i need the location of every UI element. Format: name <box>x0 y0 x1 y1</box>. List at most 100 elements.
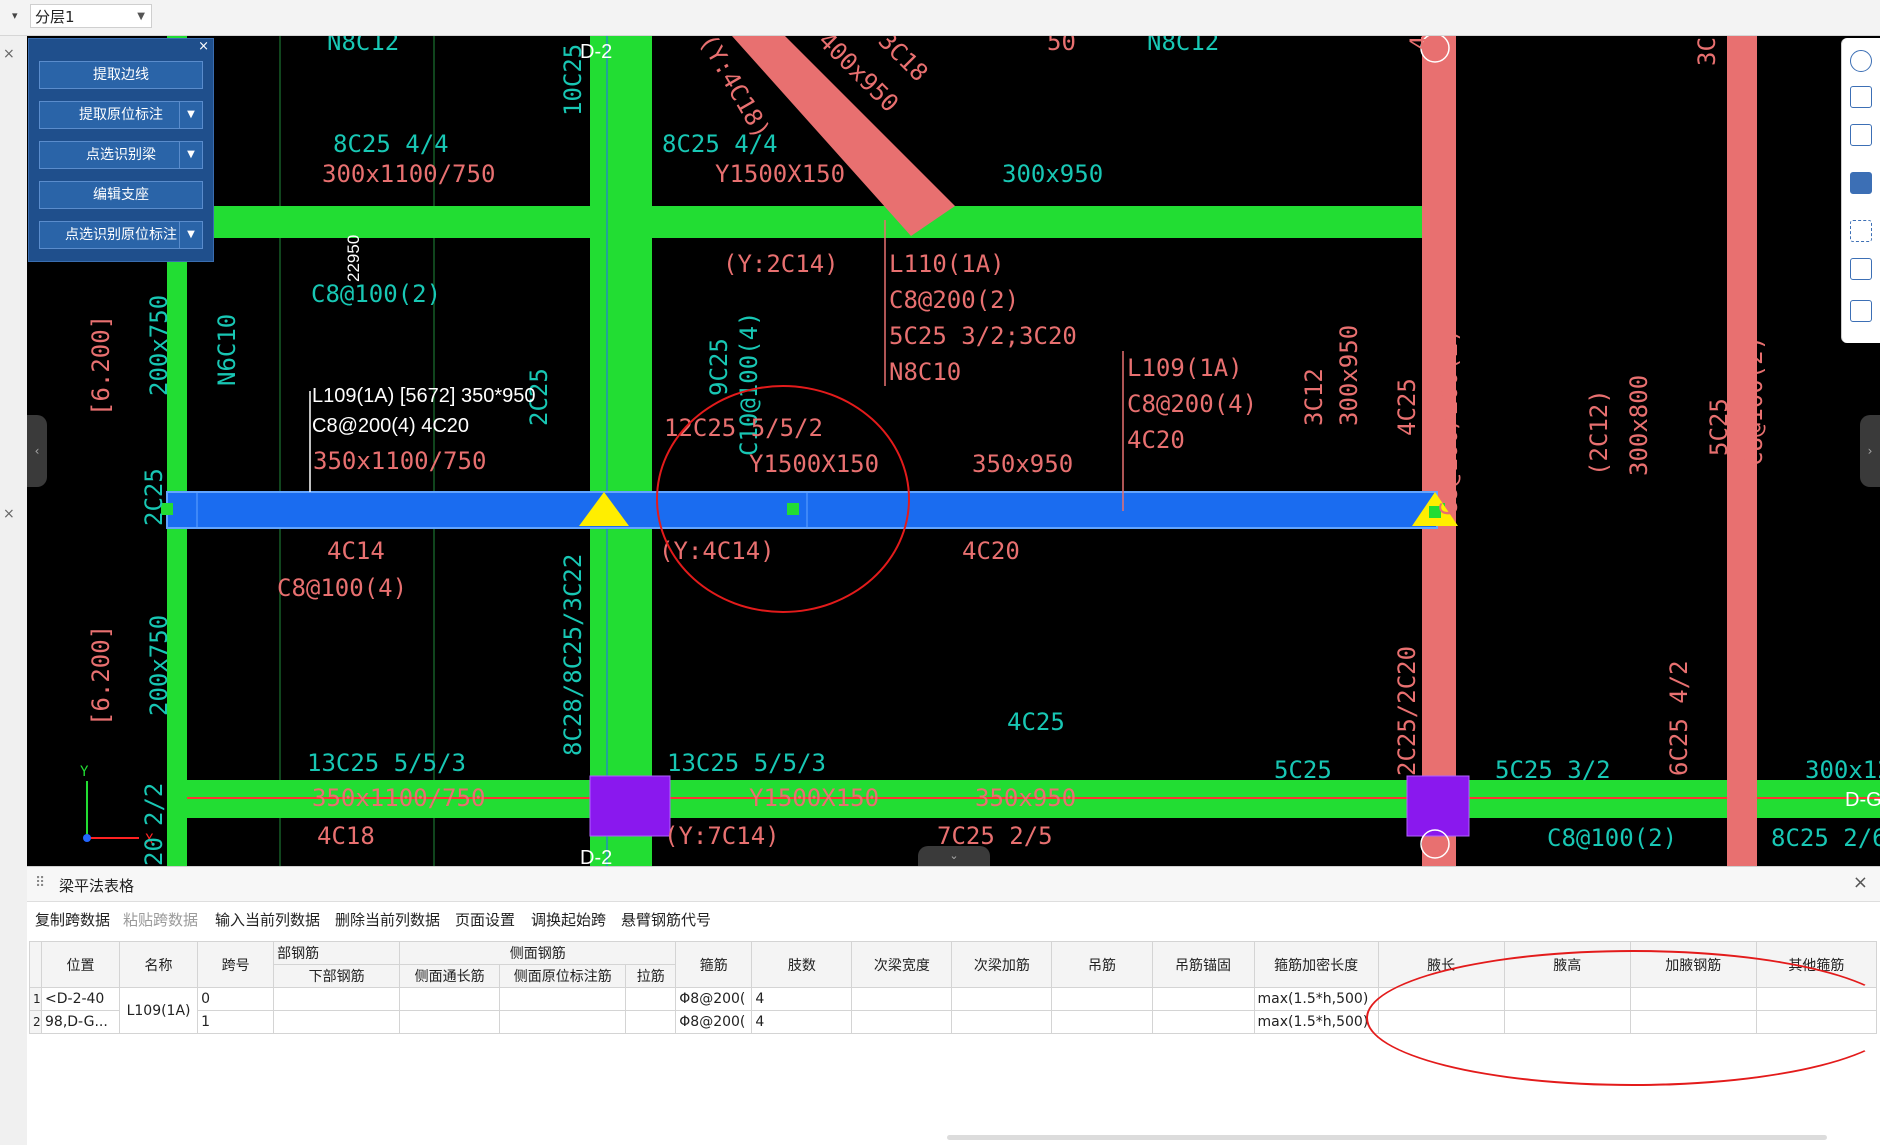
cell-position[interactable]: 98,D-G... <box>40 1010 121 1034</box>
close-icon[interactable]: × <box>198 39 209 54</box>
input-column-button[interactable]: 输入当前列数据 <box>215 909 320 930</box>
view-toolbar <box>1841 38 1880 343</box>
cad-text: 2/2 <box>140 783 168 826</box>
cell-dense-length[interactable]: max(1.5*h,500) <box>1253 987 1379 1011</box>
properties-icon[interactable] <box>1850 300 1872 322</box>
cell-name[interactable]: L109(1A) <box>119 987 199 1034</box>
orbit-icon[interactable] <box>1850 50 1872 72</box>
table-toolbar: 复制跨数据 粘贴跨数据 输入当前列数据 删除当前列数据 页面设置 调换起始跨 悬… <box>27 903 1880 933</box>
cad-text: 4 <box>1405 36 1433 50</box>
col-header[interactable]: 次梁加筋 <box>951 941 1053 988</box>
cell-stirrup[interactable]: Φ8@200( <box>675 1010 753 1034</box>
left-collapse-handle[interactable]: ‹ <box>27 415 47 487</box>
edit-support-button[interactable]: 编辑支座 <box>39 181 203 209</box>
col-header[interactable]: 吊筋锚固 <box>1151 941 1255 988</box>
hover-info-label: L109(1A) [5672] 350*950 <box>312 385 536 407</box>
cell-legs[interactable]: 4 <box>751 987 853 1011</box>
cad-text: 300x1100/750 <box>322 160 495 188</box>
button-label: 编辑支座 <box>93 187 149 203</box>
cube-select-icon[interactable] <box>1850 258 1872 280</box>
cad-text: [6.200] <box>87 315 115 416</box>
col-header[interactable]: 侧面通长筋 <box>399 964 501 988</box>
cad-text: 3C12 <box>1300 368 1328 426</box>
3d-view-icon[interactable] <box>1850 86 1872 108</box>
cad-text: 200x750 <box>145 295 173 396</box>
chevron-down-icon[interactable]: ▼ <box>179 222 202 248</box>
cell-legs[interactable]: 4 <box>751 1010 853 1034</box>
cad-text: [6.200] <box>87 625 115 726</box>
cantilever-code-button[interactable]: 悬臂钢筋代号 <box>621 909 711 930</box>
cad-text: 350x950 <box>972 450 1073 478</box>
cell-stirrup[interactable]: Φ8@200( <box>675 987 753 1011</box>
extract-annotation-button[interactable]: 提取原位标注 ▼ <box>39 101 203 129</box>
col-header[interactable]: 侧面原位标注筋 <box>499 964 627 988</box>
chevron-down-icon[interactable]: ▼ <box>179 142 202 168</box>
beam-command-panel: × 提取边线 提取原位标注 ▼ 点选识别梁 ▼ 编辑支座 点选识别原位标注 ▼ <box>28 38 214 262</box>
layer-select[interactable]: 分层1 ▼ <box>30 4 152 28</box>
solid-view-icon[interactable] <box>1850 172 1872 194</box>
left-dock-strip: × × <box>0 36 28 1145</box>
pick-identify-annotation-button[interactable]: 点选识别原位标注 ▼ <box>39 221 203 249</box>
group-header: 部钢筋 <box>273 941 401 965</box>
close-icon[interactable]: × <box>3 506 15 522</box>
col-header[interactable]: 次梁宽度 <box>851 941 953 988</box>
cad-text: C8@200(4) <box>1127 390 1257 418</box>
delete-column-button[interactable]: 删除当前列数据 <box>335 909 440 930</box>
cad-text: 300x950 <box>1335 325 1363 426</box>
cad-text: 4C25 <box>1393 378 1421 436</box>
col-header[interactable]: 拉筋 <box>625 964 677 988</box>
col-header[interactable]: 跨号 <box>197 941 275 988</box>
close-icon[interactable]: × <box>1853 872 1868 893</box>
copy-span-button[interactable]: 复制跨数据 <box>35 909 110 930</box>
cell-position[interactable]: <D-2-40 <box>40 987 121 1011</box>
collapse-arrow-icon[interactable]: ▾ <box>12 9 18 22</box>
cad-text: 300x125 <box>1805 756 1880 784</box>
cell-dense-length[interactable]: max(1.5*h,500) <box>1253 1010 1379 1034</box>
col-header[interactable]: 位置 <box>40 941 121 988</box>
drag-grip-icon[interactable]: ⠿ <box>35 875 45 891</box>
page-setup-button[interactable]: 页面设置 <box>455 909 515 930</box>
horizontal-scrollbar[interactable] <box>947 1135 1827 1140</box>
cad-text: (Y:7C14) <box>664 822 780 850</box>
bottom-collapse-handle[interactable]: ⌄ <box>918 846 990 866</box>
cad-text: 300x950 <box>1002 160 1103 188</box>
right-collapse-handle[interactable]: › <box>1860 415 1880 487</box>
cad-text: Y1500X150 <box>749 784 879 812</box>
cad-text: N8C12 <box>1147 36 1219 56</box>
cell-span[interactable]: 1 <box>197 1010 275 1034</box>
cad-text: 5C25 <box>1274 756 1332 784</box>
cad-text: C8@100/200(2) <box>1435 328 1463 516</box>
dimension-label: 22950 <box>344 235 363 282</box>
box-view-icon[interactable] <box>1850 124 1872 146</box>
cad-text: 300x800 <box>1625 375 1653 476</box>
cad-canvas[interactable]: Y X N8C12 N8C12 8C25 4/4 8C25 4/4 300x95… <box>27 36 1880 866</box>
fit-view-icon[interactable] <box>1850 220 1872 242</box>
button-label: 提取原位标注 <box>79 107 163 123</box>
axis-label: D-2 <box>580 847 612 866</box>
paste-span-button[interactable]: 粘贴跨数据 <box>123 909 198 930</box>
chevron-down-icon[interactable]: ▼ <box>179 102 202 128</box>
col-header[interactable]: 吊筋 <box>1051 941 1153 988</box>
cad-text: C8@100(2) <box>1740 336 1768 466</box>
cad-text: 350x1100/750 <box>313 447 486 475</box>
panel-header: ⠿ 梁平法表格 × <box>27 867 1880 902</box>
column-purple <box>589 775 671 837</box>
cad-drawing[interactable]: Y X N8C12 N8C12 8C25 4/4 8C25 4/4 300x95… <box>27 36 1880 866</box>
beam-green <box>167 206 1427 238</box>
cad-text: C8@100(4) <box>277 574 407 602</box>
close-icon[interactable]: × <box>3 46 15 62</box>
pick-identify-beam-button[interactable]: 点选识别梁 ▼ <box>39 141 203 169</box>
col-header[interactable]: 名称 <box>119 941 199 988</box>
button-label: 提取边线 <box>93 67 149 83</box>
col-header[interactable]: 箍筋加密长度 <box>1253 941 1379 988</box>
cad-text: 2C25/2C20 <box>1393 646 1421 776</box>
cad-text: 50 <box>1047 36 1076 56</box>
col-header[interactable]: 肢数 <box>751 941 853 988</box>
col-header[interactable]: 箍筋 <box>675 941 753 988</box>
cad-text: 6C25 4/2 <box>1665 660 1693 776</box>
extract-edge-button[interactable]: 提取边线 <box>39 61 203 89</box>
col-header[interactable]: 下部钢筋 <box>273 964 401 988</box>
swap-start-span-button[interactable]: 调换起始跨 <box>531 909 606 930</box>
cell-span[interactable]: 0 <box>197 987 275 1011</box>
red-circle-annotation <box>656 385 910 613</box>
